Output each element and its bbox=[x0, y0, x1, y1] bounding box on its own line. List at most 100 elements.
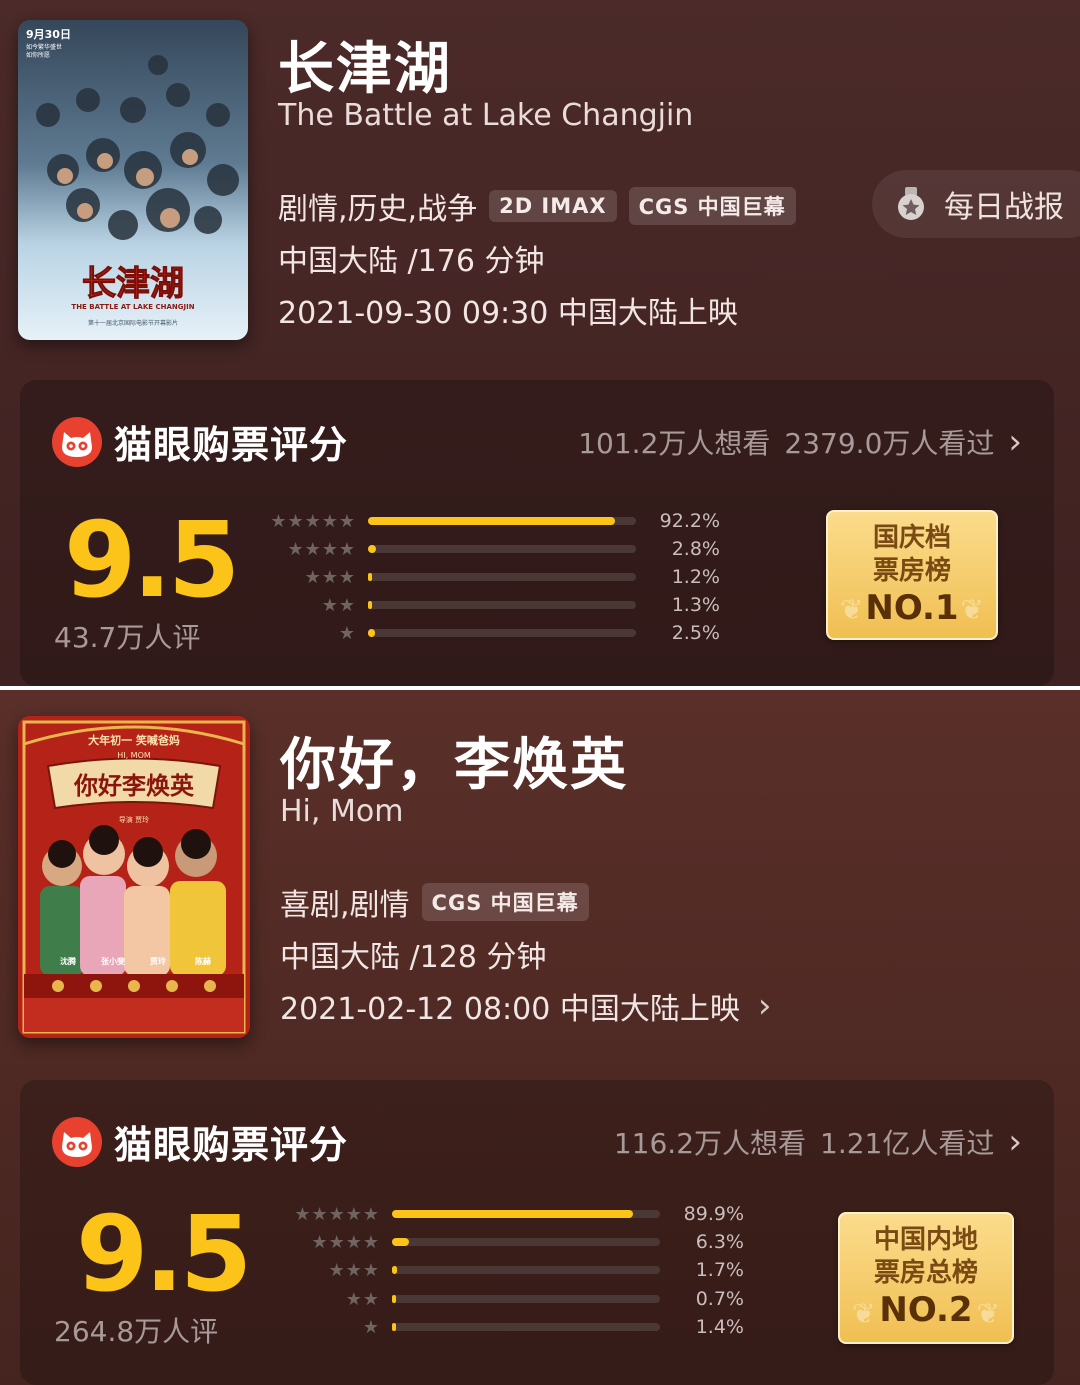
distribution-percent: 92.2% bbox=[659, 510, 720, 532]
movie-genres: 剧情,历史,战争 bbox=[278, 192, 478, 227]
distribution-bar bbox=[368, 601, 373, 609]
movie-region-duration: 中国大陆 /128 分钟 bbox=[280, 940, 547, 975]
movie-poster[interactable]: 大年初一 笑喊爸妈 HI, MOM 你好李焕英 导演 贾玲 沈腾 张小斐 贾玲 … bbox=[18, 716, 250, 1038]
star-icons: ★★ bbox=[345, 1288, 380, 1310]
distribution-bar-track bbox=[368, 629, 636, 637]
distribution-bar bbox=[392, 1295, 397, 1303]
chevron-right-icon: › bbox=[1008, 422, 1022, 462]
distribution-percent: 2.5% bbox=[671, 622, 720, 644]
rating-score: 9.5 bbox=[76, 1193, 252, 1315]
rating-brand-label: 猫眼购票评分 bbox=[114, 423, 349, 467]
distribution-bar bbox=[392, 1210, 633, 1218]
distribution-percent: 2.8% bbox=[671, 538, 720, 560]
rank-title-line2: 票房总榜 bbox=[873, 1258, 978, 1288]
laurel-left-icon: ❦ bbox=[852, 1297, 876, 1330]
svg-text:如今繁华盛世: 如今繁华盛世 bbox=[26, 43, 62, 51]
maoyan-cat-icon bbox=[52, 416, 102, 467]
movie-english-title: The Battle at Lake Changjin bbox=[278, 98, 694, 133]
poster-date: 9月30日 bbox=[26, 28, 71, 41]
poster-logo: 长津湖 bbox=[82, 264, 184, 304]
audience-counts-link[interactable]: 116.2万人想看 1.21亿人看过 › bbox=[614, 1122, 1022, 1162]
distribution-row: ★★ 1.3% bbox=[246, 591, 720, 619]
distribution-percent: 1.2% bbox=[671, 566, 720, 588]
star-icons: ★★★★ bbox=[311, 1231, 380, 1253]
distribution-percent: 0.7% bbox=[695, 1288, 744, 1310]
laurel-left-icon: ❦ bbox=[840, 593, 864, 626]
star-icons: ★★★ bbox=[328, 1259, 380, 1281]
star-icons: ★★ bbox=[321, 594, 356, 616]
distribution-row: ★★★★★ 92.2% bbox=[246, 507, 720, 535]
distribution-bar bbox=[392, 1266, 397, 1274]
watched-count: 1.21亿人看过 bbox=[820, 1127, 995, 1160]
movie-title: 你好，李焕英 bbox=[280, 733, 628, 798]
star-icons: ★★★ bbox=[304, 566, 356, 588]
laurel-right-icon: ❦ bbox=[960, 593, 984, 626]
distribution-row: ★★★ 1.7% bbox=[270, 1256, 744, 1284]
svg-text:如你所愿: 如你所愿 bbox=[26, 51, 50, 59]
rank-title-line2: 票房榜 bbox=[872, 556, 951, 586]
rank-title-line1: 国庆档 bbox=[872, 523, 951, 553]
movie-title: 长津湖 bbox=[278, 37, 452, 102]
distribution-bar-track bbox=[368, 545, 636, 553]
distribution-bar-track bbox=[392, 1238, 660, 1246]
movie-english-title: Hi, Mom bbox=[280, 794, 404, 829]
poster-logo: 你好李焕英 bbox=[73, 771, 195, 800]
distribution-row: ★★★★★ 89.9% bbox=[270, 1200, 744, 1228]
movie-release-row[interactable]: 2021-02-12 08:00 中国大陆上映 › bbox=[280, 984, 771, 1028]
rating-card[interactable]: 猫眼购票评分 116.2万人想看 1.21亿人看过 › 9.5 264.8万人评… bbox=[20, 1080, 1054, 1385]
movie-release-date: 2021-09-30 09:30 中国大陆上映 bbox=[278, 296, 738, 331]
star-icons: ★ bbox=[362, 1316, 380, 1338]
distribution-bar bbox=[368, 545, 376, 553]
daily-report-button[interactable]: 每日战报 bbox=[872, 170, 1080, 238]
box-office-rank-badge[interactable]: 国庆档 票房榜 NO.1 ❦ ❦ bbox=[826, 510, 998, 640]
distribution-bar-track bbox=[392, 1295, 660, 1303]
star-icons: ★★★★★ bbox=[294, 1203, 380, 1225]
movie-card-changjin[interactable]: 9月30日 如今繁华盛世 如你所愿 长津湖 THE BATTLE AT LAKE… bbox=[0, 0, 1080, 686]
distribution-row: ★★★★ 2.8% bbox=[246, 535, 720, 563]
svg-text:沈腾: 沈腾 bbox=[60, 956, 77, 966]
svg-text:HI, MOM: HI, MOM bbox=[117, 751, 151, 760]
rating-score: 9.5 bbox=[64, 499, 240, 621]
distribution-bar-track bbox=[392, 1210, 660, 1218]
chevron-right-icon: › bbox=[1008, 1122, 1022, 1162]
distribution-bar bbox=[392, 1238, 409, 1246]
rater-count: 264.8万人评 bbox=[54, 1315, 219, 1348]
format-tag: 2D IMAX bbox=[489, 190, 617, 222]
chevron-right-icon: › bbox=[757, 986, 772, 1026]
box-office-rank-badge[interactable]: 中国内地 票房总榜 NO.2 ❦ ❦ bbox=[838, 1212, 1014, 1344]
star-icons: ★★★★ bbox=[287, 538, 356, 560]
rating-card[interactable]: 猫眼购票评分 101.2万人想看 2379.0万人看过 › 9.5 43.7万人… bbox=[20, 380, 1054, 686]
movie-genre-row: 喜剧,剧情 CGS 中国巨幕 bbox=[280, 880, 589, 924]
movie-poster[interactable]: 9月30日 如今繁华盛世 如你所愿 长津湖 THE BATTLE AT LAKE… bbox=[18, 20, 248, 340]
maoyan-cat-icon bbox=[52, 1116, 102, 1167]
want-count: 101.2万人想看 bbox=[578, 427, 771, 460]
distribution-bar-track bbox=[368, 573, 636, 581]
distribution-bar bbox=[368, 573, 373, 581]
svg-text:张小斐: 张小斐 bbox=[101, 956, 126, 966]
distribution-bar-track bbox=[392, 1266, 660, 1274]
movie-region-duration: 中国大陆 /176 分钟 bbox=[278, 244, 545, 279]
distribution-bar bbox=[368, 517, 616, 525]
format-tag: CGS 中国巨幕 bbox=[628, 187, 796, 225]
svg-text:贾玲: 贾玲 bbox=[150, 956, 167, 966]
poster-image: 9月30日 如今繁华盛世 如你所愿 长津湖 THE BATTLE AT LAKE… bbox=[18, 20, 248, 340]
distribution-percent: 1.3% bbox=[671, 594, 720, 616]
daily-report-label: 每日战报 bbox=[944, 190, 1064, 225]
rating-brand: 猫眼购票评分 bbox=[52, 1114, 348, 1169]
rating-brand-label: 猫眼购票评分 bbox=[114, 1123, 349, 1167]
format-tag: CGS 中国巨幕 bbox=[421, 883, 589, 921]
want-count: 116.2万人想看 bbox=[613, 1127, 807, 1160]
audience-counts-link[interactable]: 101.2万人想看 2379.0万人看过 › bbox=[578, 422, 1022, 462]
distribution-percent: 1.7% bbox=[695, 1259, 744, 1281]
svg-text:陈赫: 陈赫 bbox=[195, 956, 211, 966]
distribution-bar bbox=[392, 1323, 397, 1331]
svg-text:大年初一 笑喊爸妈: 大年初一 笑喊爸妈 bbox=[88, 733, 180, 747]
distribution-bar-track bbox=[392, 1323, 660, 1331]
movie-card-hi-mom[interactable]: 大年初一 笑喊爸妈 HI, MOM 你好李焕英 导演 贾玲 沈腾 张小斐 贾玲 … bbox=[0, 690, 1080, 1385]
svg-text:第十一届北京国际电影节开幕影片: 第十一届北京国际电影节开幕影片 bbox=[88, 319, 178, 327]
poster-image: 大年初一 笑喊爸妈 HI, MOM 你好李焕英 导演 贾玲 沈腾 张小斐 贾玲 … bbox=[18, 716, 250, 1038]
watched-count: 2379.0万人看过 bbox=[784, 427, 995, 460]
rater-count: 43.7万人评 bbox=[54, 621, 201, 654]
svg-text:导演 贾玲: 导演 贾玲 bbox=[119, 815, 149, 824]
star-icons: ★ bbox=[338, 622, 356, 644]
